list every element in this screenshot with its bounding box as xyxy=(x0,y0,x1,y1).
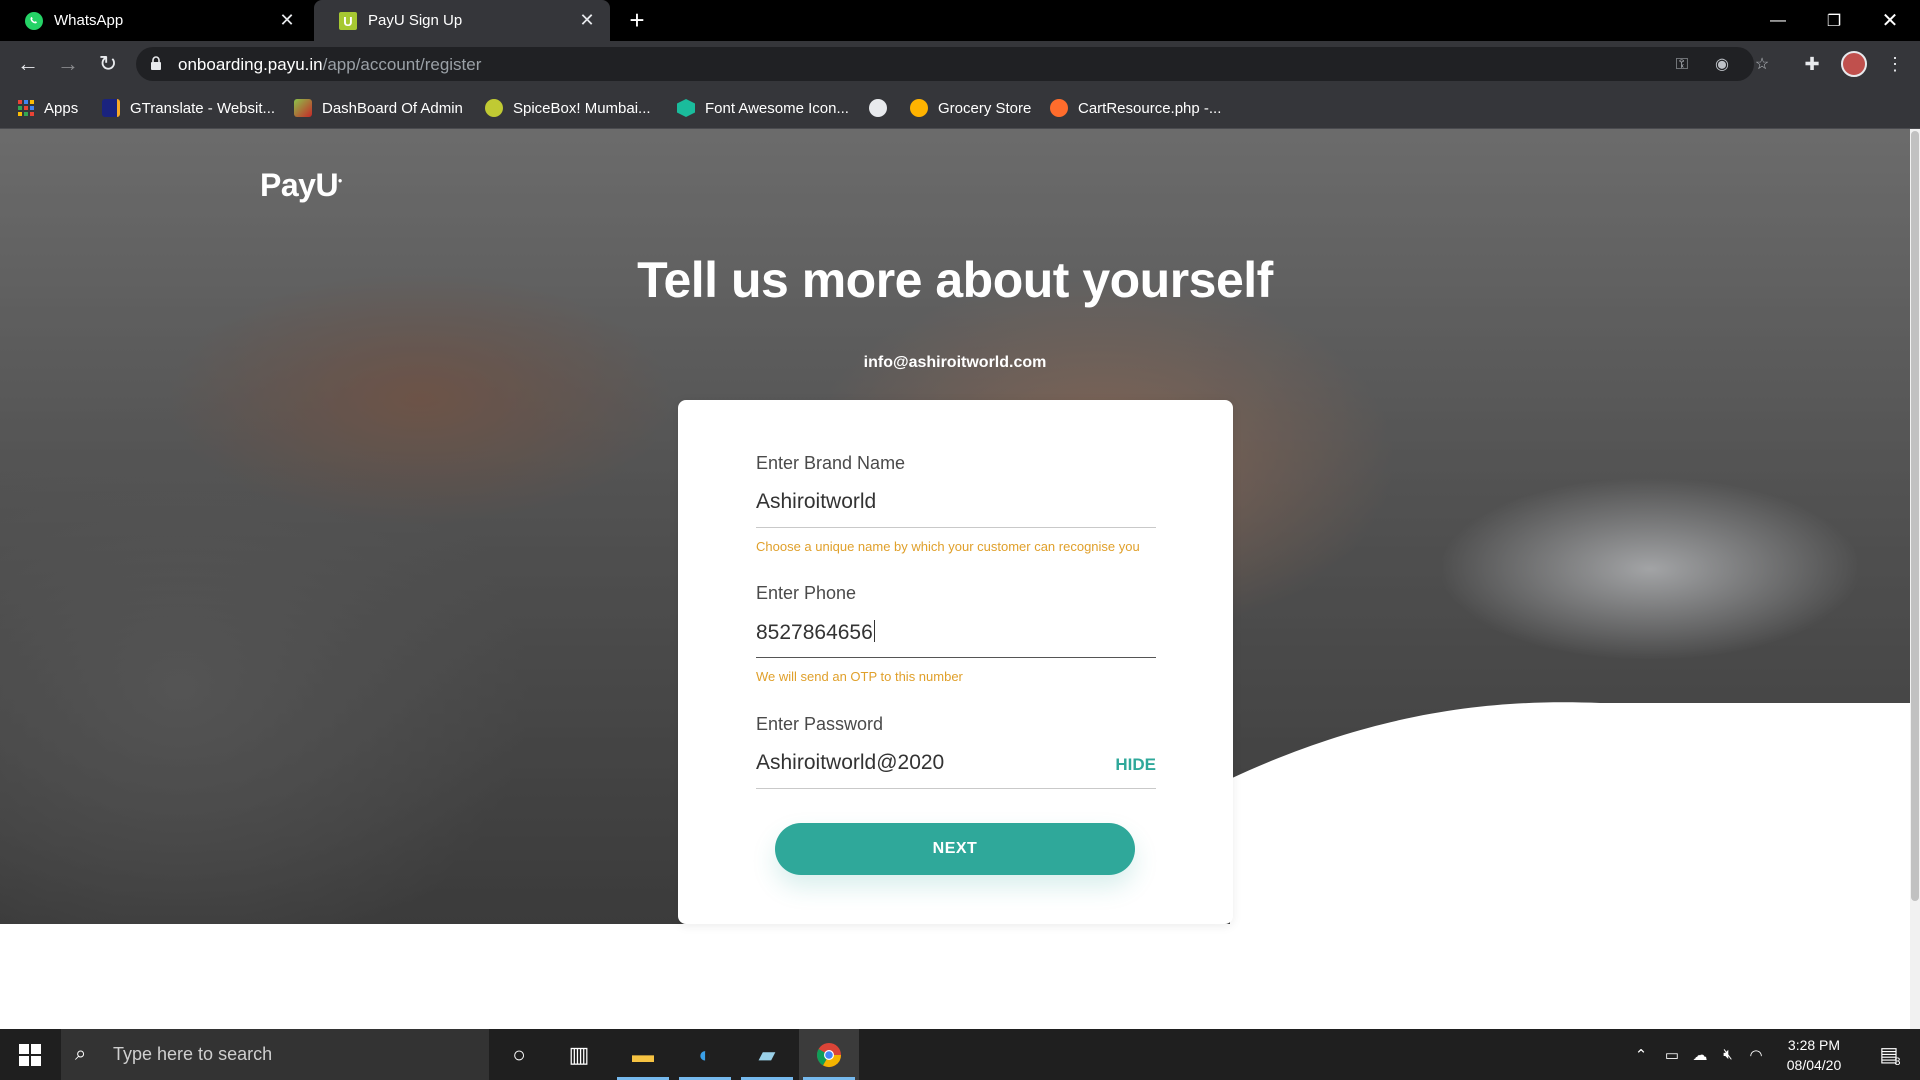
bookmark-cartresource[interactable]: CartResource.php -... xyxy=(1050,87,1221,129)
battery-icon[interactable]: ▭ xyxy=(1658,1029,1686,1080)
search-placeholder: Type here to search xyxy=(113,1044,273,1064)
tab-title: WhatsApp xyxy=(54,12,124,29)
tab-title: PayU Sign Up xyxy=(368,12,463,29)
forward-arrow-icon[interactable]: → xyxy=(54,50,82,78)
bookmark-label: CartResource.php -... xyxy=(1078,99,1222,117)
bookmark-label: Grocery Store xyxy=(938,99,1032,117)
account-email: info@ashiroitworld.com xyxy=(863,354,1047,371)
input-underline xyxy=(756,657,1156,658)
extensions-icon[interactable]: ✚ xyxy=(1801,53,1823,75)
notification-count: 3 xyxy=(1894,1055,1901,1068)
payu-logo[interactable]: PayU• xyxy=(260,167,342,204)
input-underline xyxy=(756,788,1156,789)
edge-icon[interactable]: ◐ xyxy=(675,1029,735,1080)
apps-grid-icon xyxy=(18,100,34,116)
page-title: Tell us more about yourself xyxy=(637,252,1273,308)
scrollbar-thumb[interactable] xyxy=(1911,131,1919,901)
new-tab-button[interactable]: + xyxy=(624,7,650,34)
bookmark-font-awesome[interactable]: Font Awesome Icon... xyxy=(677,87,849,129)
task-view-icon[interactable]: ▥ xyxy=(549,1029,609,1080)
restore-icon[interactable]: ❐ xyxy=(1806,0,1862,41)
windows-taskbar: ⌕ Type here to search ○ ▥ ▬ ◐ ▰ ⌃ ▭ ☁ 🔇︎… xyxy=(0,1029,1920,1080)
tab-whatsapp[interactable]: WhatsApp ✕ xyxy=(0,0,310,41)
wifi-icon[interactable]: ◠ xyxy=(1742,1029,1770,1080)
clock-time: 3:28 PM xyxy=(1787,1037,1841,1053)
chevron-up-icon[interactable]: ⌃ xyxy=(1627,1029,1655,1080)
bookmark-label: GTranslate - Websit... xyxy=(130,99,276,117)
bookmarks-bar: Apps GTranslate - Websit... DashBoard Of… xyxy=(0,87,1920,129)
font-awesome-icon xyxy=(677,99,695,117)
browser-toolbar: ← → ↻ onboarding.payu.in/app/account/reg… xyxy=(0,41,1920,87)
search-icon: ⌕ xyxy=(75,1042,87,1065)
phone-label: Enter Phone xyxy=(756,583,857,603)
chrome-icon[interactable] xyxy=(799,1029,859,1080)
bookmark-spicebox[interactable]: SpiceBox! Mumbai... xyxy=(485,87,651,129)
notification-center-icon[interactable]: ▤ 3 xyxy=(1866,1029,1914,1080)
onedrive-icon[interactable]: ☁ xyxy=(1686,1029,1714,1080)
minimize-icon[interactable]: — xyxy=(1750,0,1806,41)
close-window-icon[interactable]: ✕ xyxy=(1862,0,1918,41)
whatsapp-icon xyxy=(24,11,44,31)
dashboard-icon xyxy=(294,99,312,117)
reload-icon[interactable]: ↻ xyxy=(94,50,122,78)
text-caret xyxy=(873,620,875,642)
bookmark-label: Apps xyxy=(44,99,79,117)
file-explorer-icon[interactable]: ▬ xyxy=(613,1029,673,1080)
input-underline xyxy=(756,527,1156,528)
brand-name-hint: Choose a unique name by which your custo… xyxy=(756,539,1140,554)
clock-date: 08/04/20 xyxy=(1786,1057,1842,1073)
page-viewport: PayU• Tell us more about yourself info@a… xyxy=(0,129,1920,1029)
grocery-icon xyxy=(910,99,928,117)
taskbar-search-box[interactable]: ⌕ Type here to search xyxy=(61,1029,489,1080)
avatar[interactable] xyxy=(1841,51,1867,77)
globe-icon xyxy=(869,99,887,117)
hide-password-button[interactable]: HIDE xyxy=(1115,755,1156,775)
page-scrollbar[interactable] xyxy=(1910,129,1920,1029)
bookmark-gtranslate[interactable]: GTranslate - Websit... xyxy=(102,87,275,129)
bookmark-dashboard[interactable]: DashBoard Of Admin xyxy=(294,87,463,129)
payu-icon: U xyxy=(338,11,358,31)
key-icon[interactable]: ⚿ xyxy=(1672,55,1692,75)
phone-field[interactable]: Enter Phone 8527864656 We will send an O… xyxy=(756,583,1156,684)
password-label: Enter Password xyxy=(756,714,884,734)
brand-name-input[interactable]: Ashiroitworld xyxy=(756,490,876,514)
menu-icon[interactable]: ⋮ xyxy=(1884,53,1906,75)
taskbar-clock[interactable]: 3:28 PM 08/04/20 xyxy=(1770,1035,1858,1075)
phone-input[interactable]: 8527864656 xyxy=(756,620,875,645)
signup-form-card: Enter Brand Name Ashiroitworld Choose a … xyxy=(678,400,1233,924)
eye-off-icon[interactable]: ◉ xyxy=(1712,55,1732,75)
tab-strip: WhatsApp ✕ U PayU Sign Up ✕ + — ❐ ✕ xyxy=(0,0,1920,41)
cortana-icon[interactable]: ○ xyxy=(489,1029,549,1080)
bookmark-grocery-store[interactable]: Grocery Store xyxy=(910,87,1031,129)
url-text: onboarding.payu.in/app/account/register xyxy=(178,55,482,74)
gtranslate-icon xyxy=(102,99,120,117)
cpanel-icon xyxy=(1050,99,1068,117)
tab-payu-signup[interactable]: U PayU Sign Up ✕ xyxy=(314,0,610,41)
bookmark-apps[interactable]: Apps xyxy=(18,87,78,129)
close-icon[interactable]: ✕ xyxy=(278,10,296,30)
address-bar[interactable]: onboarding.payu.in/app/account/register … xyxy=(136,47,1769,81)
windows-logo-icon xyxy=(19,1043,41,1066)
close-icon[interactable]: ✕ xyxy=(578,10,596,30)
notepad-icon[interactable]: ▰ xyxy=(737,1029,797,1080)
password-field[interactable]: Enter Password Ashiroitworld@2020 HIDE xyxy=(756,714,1156,789)
bookmark-label: SpiceBox! Mumbai... xyxy=(513,99,651,117)
svg-text:U: U xyxy=(343,14,352,29)
brand-name-label: Enter Brand Name xyxy=(756,453,906,473)
brand-name-field[interactable]: Enter Brand Name Ashiroitworld Choose a … xyxy=(756,453,1156,554)
bookmark-label: DashBoard Of Admin xyxy=(322,99,463,117)
star-icon[interactable]: ☆ xyxy=(1752,55,1772,75)
speaker-muted-icon[interactable]: 🔇︎ xyxy=(1714,1029,1742,1080)
spicebox-icon xyxy=(485,99,503,117)
bookmark-globe[interactable] xyxy=(869,87,887,129)
lock-icon xyxy=(151,56,161,70)
bookmark-label: Font Awesome Icon... xyxy=(705,99,849,117)
next-button[interactable]: NEXT xyxy=(775,823,1135,875)
phone-hint: We will send an OTP to this number xyxy=(756,669,963,684)
password-input[interactable]: Ashiroitworld@2020 xyxy=(756,751,944,775)
windows-start-button[interactable] xyxy=(0,1029,60,1080)
back-arrow-icon[interactable]: ← xyxy=(14,50,42,78)
